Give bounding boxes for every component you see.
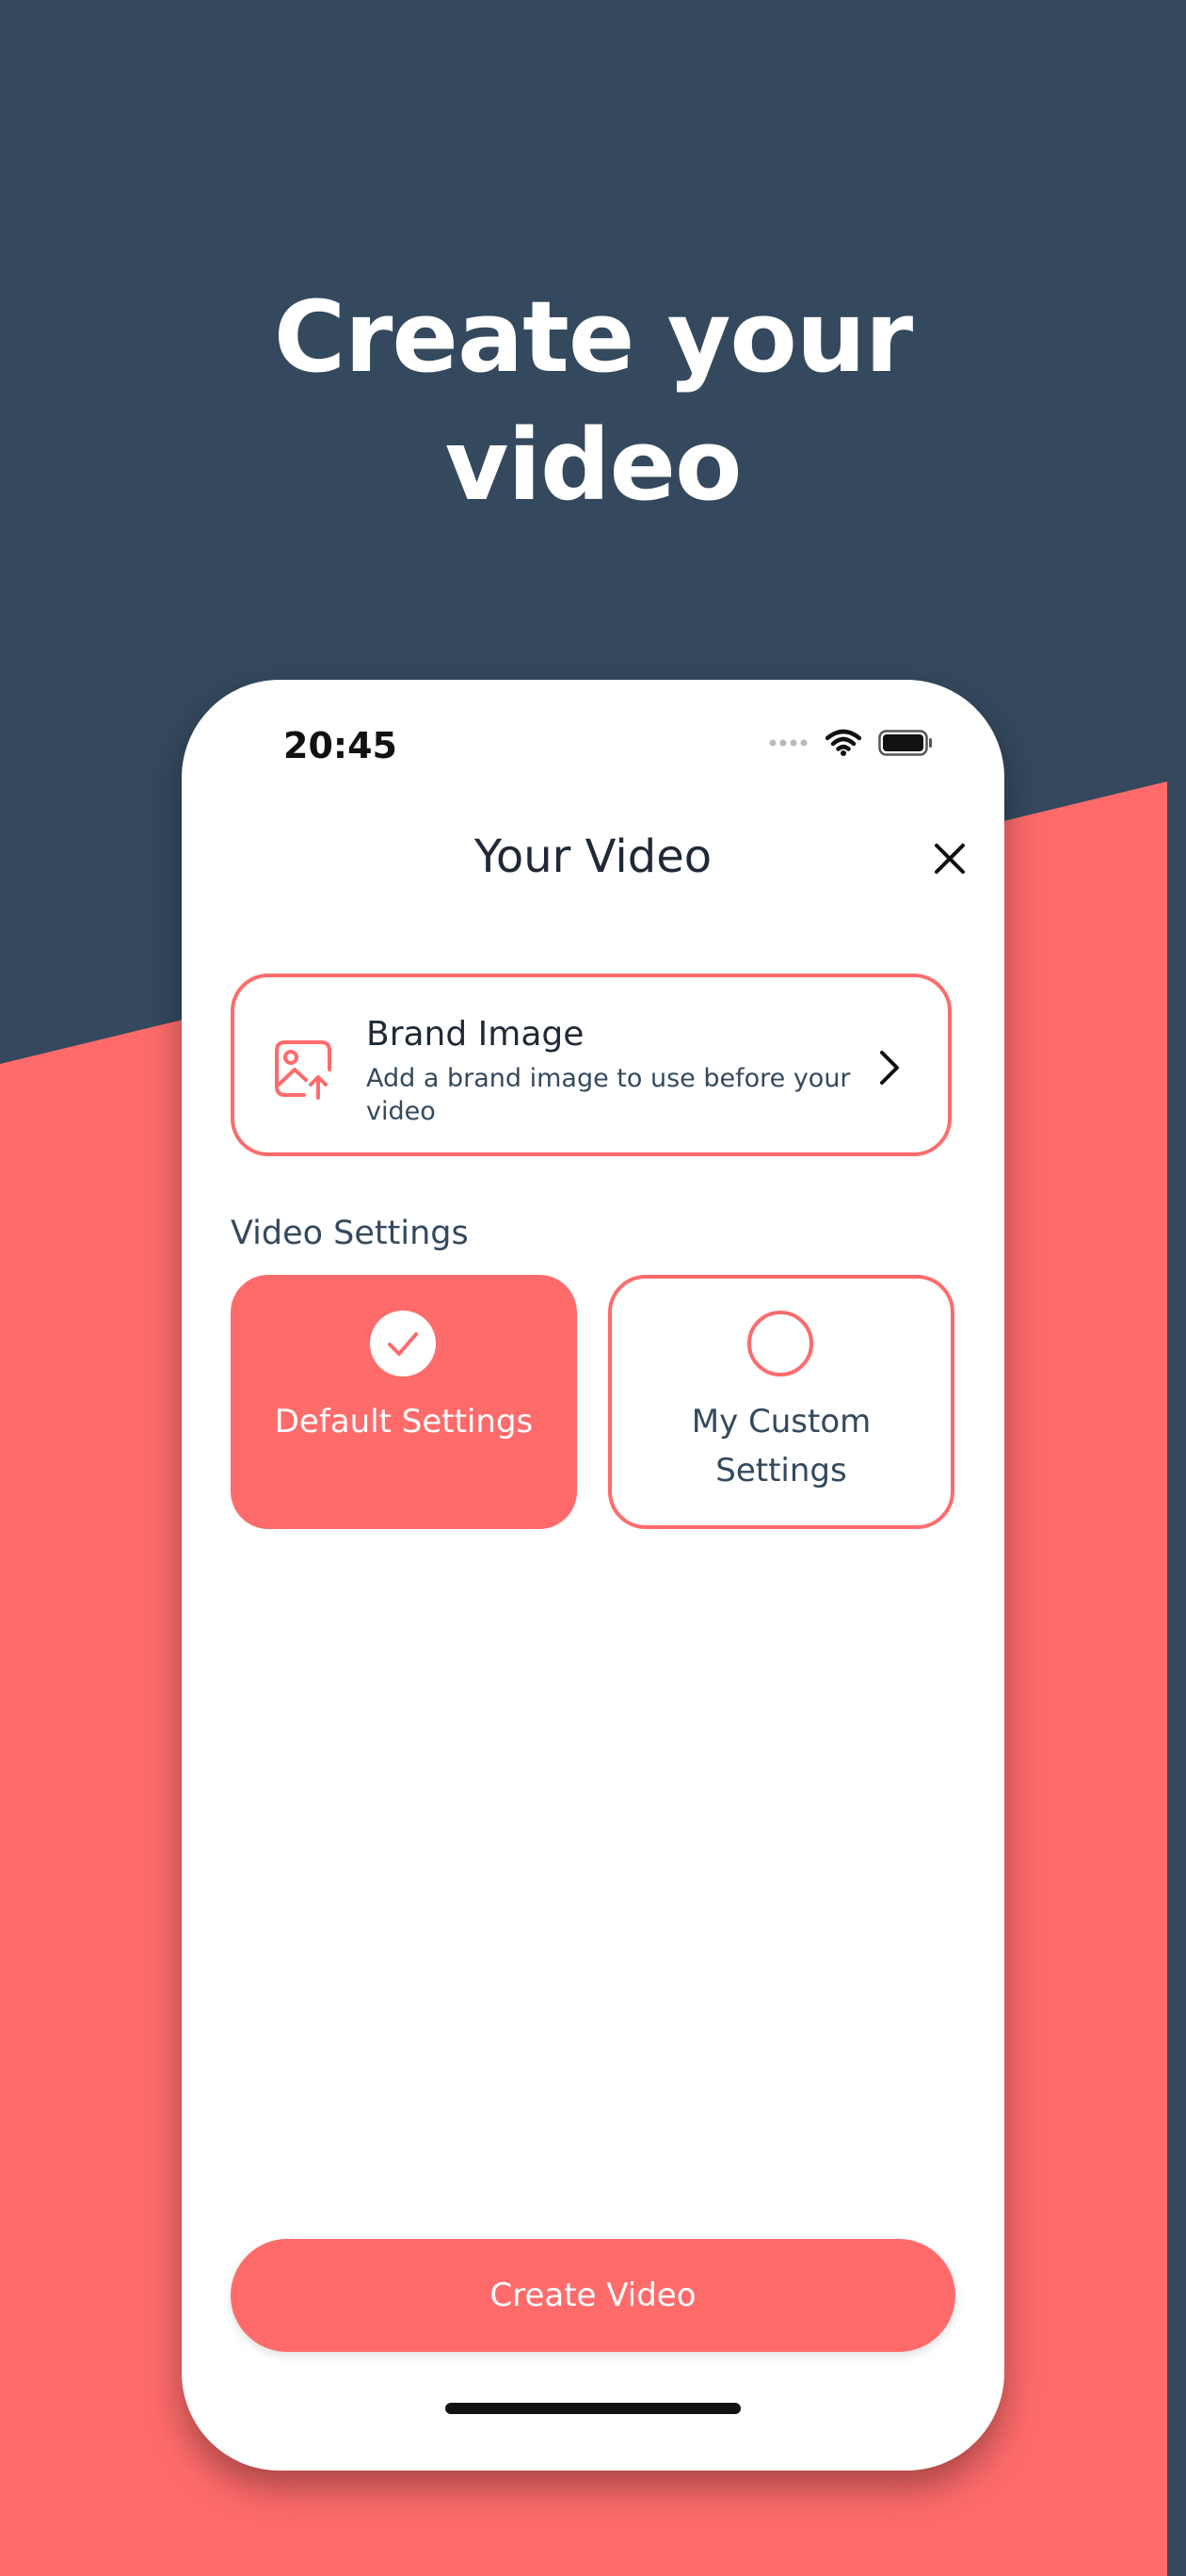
phone-frame: 20:45 Your Video Brand Image Add a brand… [182,680,1004,2471]
image-upload-icon [275,1040,331,1100]
headline-line-2: video [444,408,743,523]
battery-icon [878,730,932,756]
create-video-button[interactable]: Create Video [231,2239,955,2352]
brand-image-subtitle: Add a brand image to use before your vid… [366,1064,851,1126]
status-icons [769,729,933,757]
brand-image-title: Brand Image [366,1015,585,1054]
default-settings-label: Default Settings [274,1403,534,1441]
custom-settings-label-line-2: Settings [715,1452,847,1489]
video-settings-label: Video Settings [231,1215,469,1252]
headline: Create your video [0,273,1186,529]
brand-image-button[interactable]: Brand Image Add a brand image to use bef… [231,974,952,1156]
chevron-right-icon [880,1051,899,1085]
close-button[interactable] [923,832,976,885]
status-time: 20:45 [283,725,397,766]
headline-line-1: Create your [273,280,913,394]
custom-settings-label: My Custom Settings [612,1397,951,1495]
close-icon [935,844,965,874]
cellular-dots-icon [769,739,808,747]
custom-settings-label-line-1: My Custom [691,1403,872,1441]
checkmark-icon [370,1311,436,1377]
custom-settings-option[interactable]: My Custom Settings [608,1275,954,1529]
home-indicator [445,2403,741,2414]
radio-unselected-icon [747,1311,813,1377]
wifi-icon [825,729,861,756]
default-settings-option[interactable]: Default Settings [231,1275,577,1529]
page-title: Your Video [473,830,713,883]
